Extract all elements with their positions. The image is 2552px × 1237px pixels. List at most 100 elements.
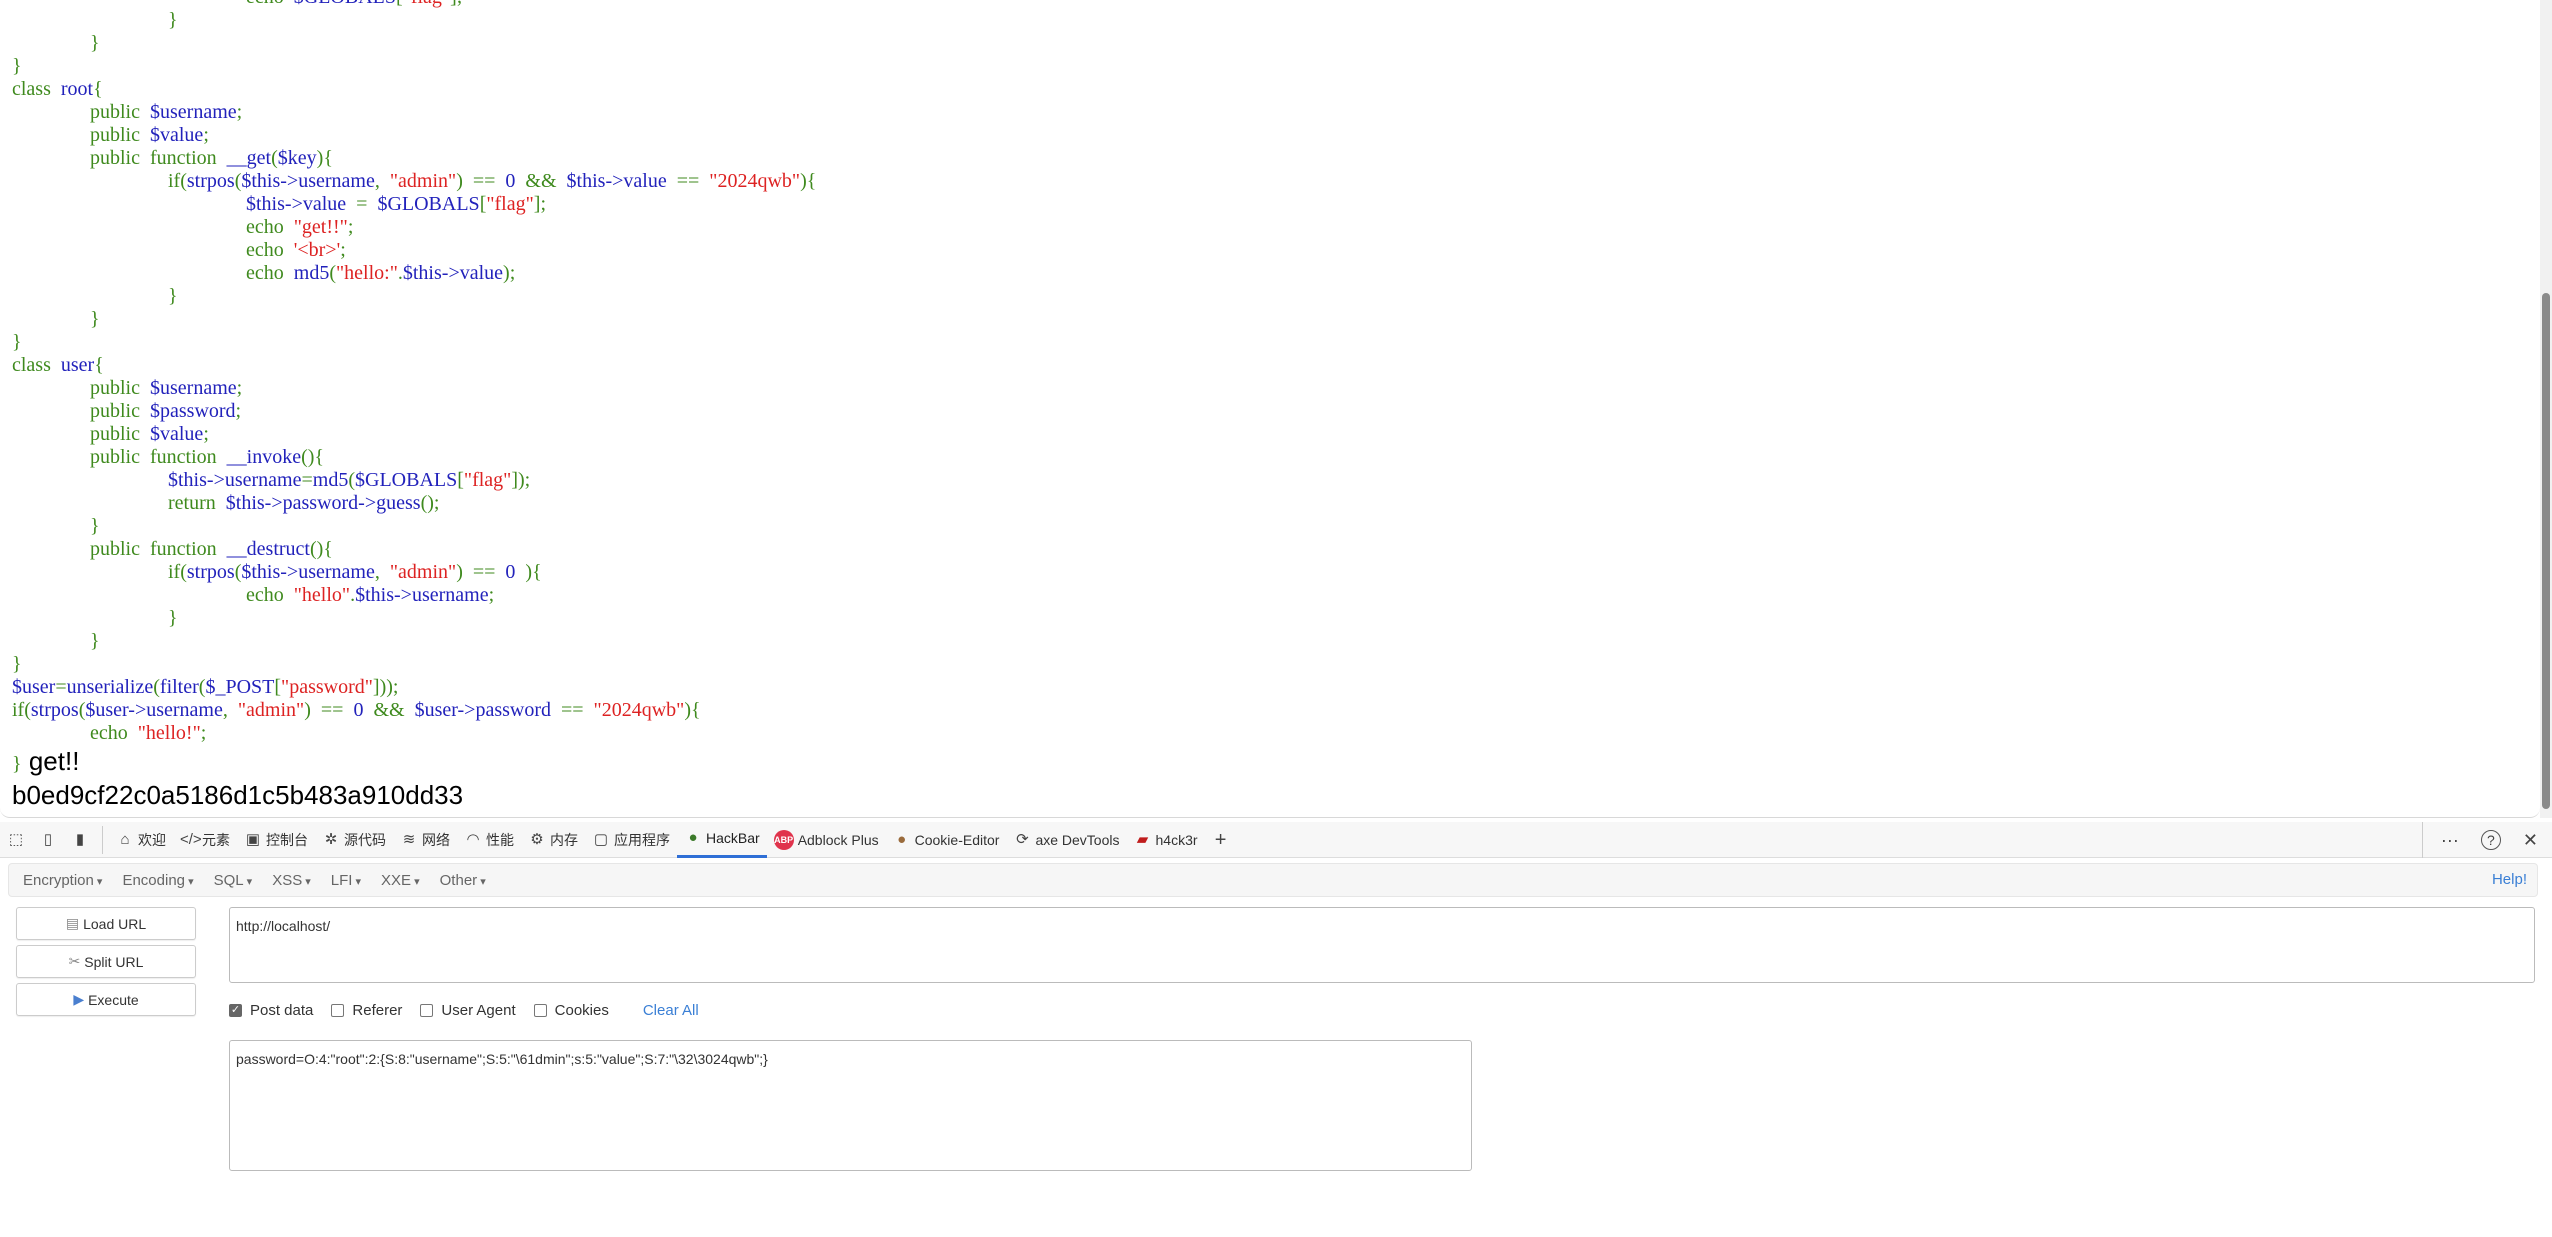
- bug-icon: ✲: [324, 830, 338, 848]
- code-line: }: [168, 285, 178, 307]
- code-line: public $value;: [90, 124, 209, 146]
- devtools-tab-内存[interactable]: ⚙ 内存: [521, 822, 585, 858]
- code-line: }: [12, 55, 22, 77]
- code-line: }: [90, 630, 100, 652]
- abp-icon: ABP: [773, 829, 794, 850]
- menu-encoding[interactable]: Encoding: [122, 872, 193, 889]
- devtools-tab-网络[interactable]: ≋ 网络: [393, 822, 457, 858]
- add-tab-icon[interactable]: +: [1205, 822, 1237, 858]
- more-options-icon[interactable]: ···: [2441, 830, 2459, 851]
- code-line: echo "get!!";: [246, 216, 354, 238]
- help-circle-icon[interactable]: ?: [2480, 830, 2501, 850]
- code-line: public $username;: [90, 377, 243, 399]
- devtools-tab-h4ck3r[interactable]: ▰ h4ck3r: [1127, 822, 1205, 858]
- code-line: $user=unserialize(filter($_POST["passwor…: [12, 676, 399, 698]
- scissors-icon: ✂: [68, 953, 81, 969]
- device-emulation-icon[interactable]: ▯: [32, 822, 64, 858]
- checkbox-referer[interactable]: [331, 1004, 345, 1017]
- code-line: $this->value = $GLOBALS["flag"];: [246, 193, 546, 215]
- code-line: echo md5("hello:".$this->value);: [246, 262, 516, 284]
- checkbox-post-data[interactable]: ✓: [229, 1004, 242, 1017]
- checkbox-label[interactable]: Referer: [352, 1002, 402, 1019]
- page-content: echo $GLOBALS["flag"]; } }}class root{ p…: [0, 0, 2540, 818]
- help-link[interactable]: Help!: [2492, 871, 2527, 888]
- menu-sql[interactable]: SQL: [214, 872, 253, 889]
- code-line: } get!!: [12, 746, 80, 776]
- axe-icon: ⟳: [1016, 830, 1029, 848]
- devtools-actions: ··· ? ✕: [2421, 822, 2552, 858]
- devtools-tab-欢迎[interactable]: ⌂ 欢迎: [109, 822, 173, 858]
- devtools-tab-性能[interactable]: ◠ 性能: [457, 822, 521, 858]
- code-line: class root{: [12, 78, 103, 100]
- split-url-button[interactable]: ✂ Split URL: [16, 945, 196, 978]
- options-row: ✓ Post data Referer User Agent Cookies Clear …: [229, 1002, 699, 1019]
- checkbox-label[interactable]: User Agent: [441, 1002, 515, 1019]
- devtools-tab-hackbar[interactable]: ● HackBar: [677, 822, 767, 858]
- menu-encryption[interactable]: Encryption: [23, 872, 102, 889]
- code-line: echo "hello!";: [90, 722, 207, 744]
- inspect-element-icon[interactable]: ⬚: [0, 822, 32, 858]
- devtools-tab-应用程序[interactable]: ▢ 应用程序: [585, 822, 677, 858]
- hackbar-menu: Encryption Encoding SQL XSS LFI XXE Other Help!: [8, 863, 2538, 897]
- devtools-tab-axe-devtools[interactable]: ⟳ axe DevTools: [1006, 822, 1126, 858]
- menu-xxe[interactable]: XXE: [381, 872, 420, 889]
- devtools-tab-cookie-editor[interactable]: ● Cookie-Editor: [886, 822, 1007, 858]
- checkbox-user-agent[interactable]: [420, 1004, 434, 1017]
- devtools-tab-元素[interactable]: </> 元素: [173, 822, 237, 858]
- code-line: }: [168, 607, 178, 629]
- devtools-tab-源代码[interactable]: ✲ 源代码: [315, 822, 393, 858]
- code-line: public function __destruct(){: [90, 538, 333, 560]
- execute-button[interactable]: ▶ Execute: [16, 983, 196, 1016]
- code-line: $this->username=md5($GLOBALS["flag"]);: [168, 469, 531, 491]
- menu-lfi[interactable]: LFI: [331, 872, 361, 889]
- load-url-button[interactable]: ▤ Load URL: [16, 907, 196, 940]
- dock-panel-icon[interactable]: ▮: [64, 822, 96, 858]
- clear-all-link[interactable]: Clear All: [643, 1002, 699, 1019]
- code-line: class user{: [12, 354, 104, 376]
- code-line: if(strpos($user->username, "admin") == 0…: [12, 699, 701, 721]
- play-icon: ▶: [73, 991, 85, 1007]
- code-line: }: [12, 331, 22, 353]
- code-line: echo '<br>';: [246, 239, 346, 261]
- output-get: get!!: [21, 746, 80, 776]
- devtools-tabbar: ⬚ ▯ ▮ ⌂ 欢迎 </> 元素 ▣ 控制台 ✲ 源代码 ≋ 网络 ◠ 性能 ⚙ 内存 ▢ 应用程序 ● Hac…: [0, 822, 2552, 858]
- code-line: if(strpos($this->username, "admin") == 0…: [168, 170, 817, 192]
- code-line: }: [90, 308, 100, 330]
- code-line: }: [90, 515, 100, 537]
- gauge-icon: ◠: [466, 830, 480, 848]
- menu-xss[interactable]: XSS: [272, 872, 311, 889]
- close-icon[interactable]: ✕: [2523, 830, 2538, 851]
- wifi-icon: ≋: [402, 830, 416, 848]
- scrollbar-thumb[interactable]: [2542, 293, 2550, 809]
- code-line: public function __invoke(){: [90, 446, 325, 468]
- chip-icon: ⚙: [530, 830, 544, 848]
- devtools-tab-adblock-plus[interactable]: ABP Adblock Plus: [767, 822, 886, 858]
- home-icon: ⌂: [120, 830, 130, 848]
- checkbox-label[interactable]: Cookies: [555, 1002, 609, 1019]
- menu-other[interactable]: Other: [440, 872, 486, 889]
- hackbar-icon: ●: [688, 829, 698, 846]
- url-input[interactable]: http://localhost/: [229, 907, 2535, 983]
- code-line: public $value;: [90, 423, 209, 445]
- checkbox-label[interactable]: Post data: [250, 1002, 313, 1019]
- load-icon: ▤: [65, 915, 80, 931]
- code-line: public $username;: [90, 101, 243, 123]
- app-icon: ▢: [593, 830, 609, 848]
- post-data-input[interactable]: password=O:4:"root":2:{S:8:"username";S:…: [229, 1040, 1472, 1171]
- php-source-code: echo $GLOBALS["flag"]; } }}class root{ p…: [12, 0, 816, 811]
- devtools-tabs: ⌂ 欢迎 </> 元素 ▣ 控制台 ✲ 源代码 ≋ 网络 ◠ 性能 ⚙ 内存 ▢ 应用程序 ● HackBar AB…: [109, 822, 1205, 858]
- console-icon: ▣: [245, 830, 261, 848]
- code-line: echo $GLOBALS["flag"];: [12, 0, 816, 9]
- divider: [102, 825, 103, 854]
- code-icon: </>: [180, 830, 202, 848]
- checkbox-cookies[interactable]: [533, 1004, 547, 1017]
- devtools-tab-控制台[interactable]: ▣ 控制台: [237, 822, 315, 858]
- code-line: }: [90, 32, 100, 54]
- code-line: if(strpos($this->username, "admin") == 0…: [168, 561, 542, 583]
- among-us-icon: ▰: [1136, 830, 1149, 848]
- output-md5-hash: b0ed9cf22c0a5186d1c5b483a910dd33: [12, 780, 464, 810]
- code-line: public function __get($key){: [90, 147, 333, 169]
- code-line: echo "hello".$this->username;: [246, 584, 495, 606]
- page-scrollbar[interactable]: [2540, 0, 2552, 818]
- cookie-icon: ●: [897, 830, 907, 848]
